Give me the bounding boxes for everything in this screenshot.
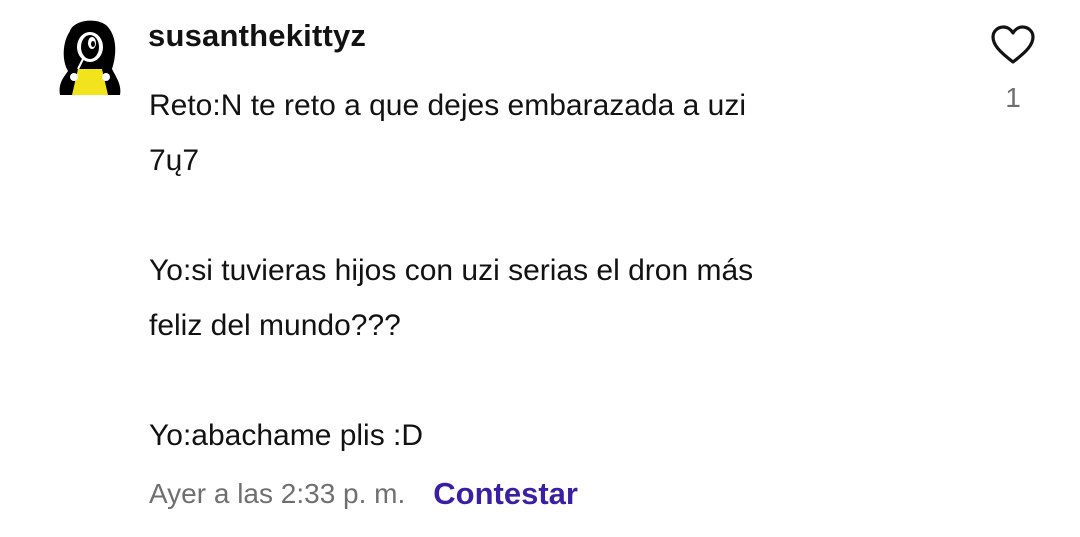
reply-button[interactable]: Contestar bbox=[433, 476, 578, 512]
comment-paragraph: Yo:si tuvieras hijos con uzi serias el d… bbox=[149, 254, 754, 342]
comment-body: Reto:N te reto a que dejes embarazada a … bbox=[149, 78, 949, 463]
paragraph-spacer bbox=[149, 188, 949, 243]
comment-paragraph: Reto:N te reto a que dejes embarazada a … bbox=[149, 89, 747, 177]
heart-icon[interactable] bbox=[990, 24, 1036, 66]
avatar[interactable] bbox=[56, 17, 124, 97]
comment-footer: Ayer a las 2:33 p. m. Contestar bbox=[149, 474, 578, 514]
timestamp: Ayer a las 2:33 p. m. bbox=[149, 478, 406, 509]
username[interactable]: susanthekittyz bbox=[148, 18, 366, 54]
comment-paragraph: Yo:abachame plis :D bbox=[149, 419, 424, 452]
paragraph-spacer bbox=[149, 353, 949, 408]
like-count: 1 bbox=[1005, 82, 1021, 113]
comment-item: susanthekittyz Reto:N te reto a que deje… bbox=[0, 0, 1080, 537]
